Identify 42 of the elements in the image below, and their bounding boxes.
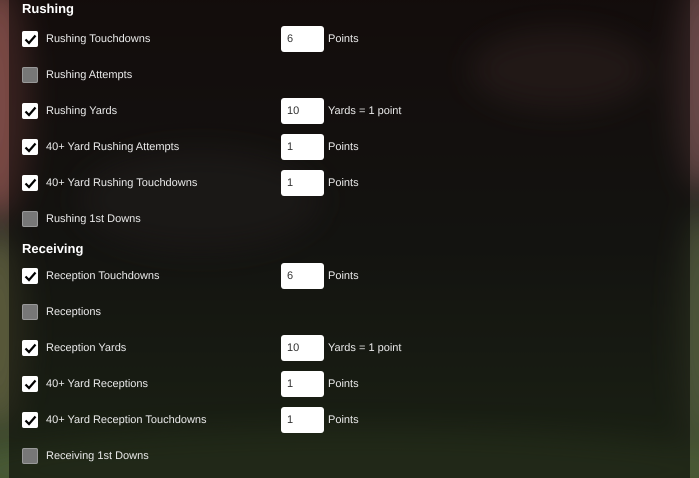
checkbox[interactable] [22, 31, 38, 47]
option-label: Reception Touchdowns [46, 268, 161, 284]
option-label: Rushing 1st Downs [46, 212, 142, 227]
unit-label: Points [328, 412, 359, 428]
option-label: Rushing Yards [46, 104, 118, 119]
points-field[interactable]: 1 [281, 134, 324, 160]
option-label: Rushing Touchdowns [46, 32, 152, 47]
checkbox[interactable] [22, 268, 38, 284]
unit-label: Points [328, 268, 359, 284]
points-field[interactable]: 1 [281, 407, 324, 433]
checkbox[interactable] [22, 139, 38, 155]
unit-label: Yards = 1 point [328, 104, 402, 119]
option-label: 40+ Yard Receptions [46, 376, 150, 392]
points-field[interactable]: 10 [281, 98, 324, 124]
points-field[interactable]: 6 [281, 26, 324, 52]
unit-label: Points [328, 140, 359, 155]
points-field[interactable]: 6 [281, 263, 324, 289]
option-label: 40+ Yard Rushing Touchdowns [46, 176, 198, 191]
checkbox[interactable] [22, 412, 38, 428]
checkbox[interactable] [22, 448, 38, 464]
checkbox[interactable] [22, 103, 38, 119]
unit-label: Points [328, 32, 359, 47]
option-label: Rushing Attempts [46, 68, 134, 83]
checkbox[interactable] [22, 67, 38, 83]
points-field[interactable]: 1 [281, 371, 324, 397]
section-heading: Rushing [22, 0, 75, 18]
checkbox[interactable] [22, 175, 38, 191]
section-heading: Receiving [22, 240, 84, 258]
checkbox[interactable] [22, 211, 38, 227]
option-label: Receptions [46, 304, 102, 320]
points-field[interactable]: 1 [281, 170, 324, 196]
option-label: Receiving 1st Downs [46, 448, 150, 464]
option-label: Reception Yards [46, 340, 128, 356]
checkbox[interactable] [22, 340, 38, 356]
points-field[interactable]: 10 [281, 335, 324, 361]
option-label: 40+ Yard Rushing Attempts [46, 140, 180, 155]
unit-label: Points [328, 376, 359, 392]
checkbox[interactable] [22, 304, 38, 320]
unit-label: Points [328, 176, 359, 191]
checkbox[interactable] [22, 376, 38, 392]
unit-label: Yards = 1 point [328, 340, 402, 356]
option-label: 40+ Yard Reception Touchdowns [46, 412, 208, 428]
